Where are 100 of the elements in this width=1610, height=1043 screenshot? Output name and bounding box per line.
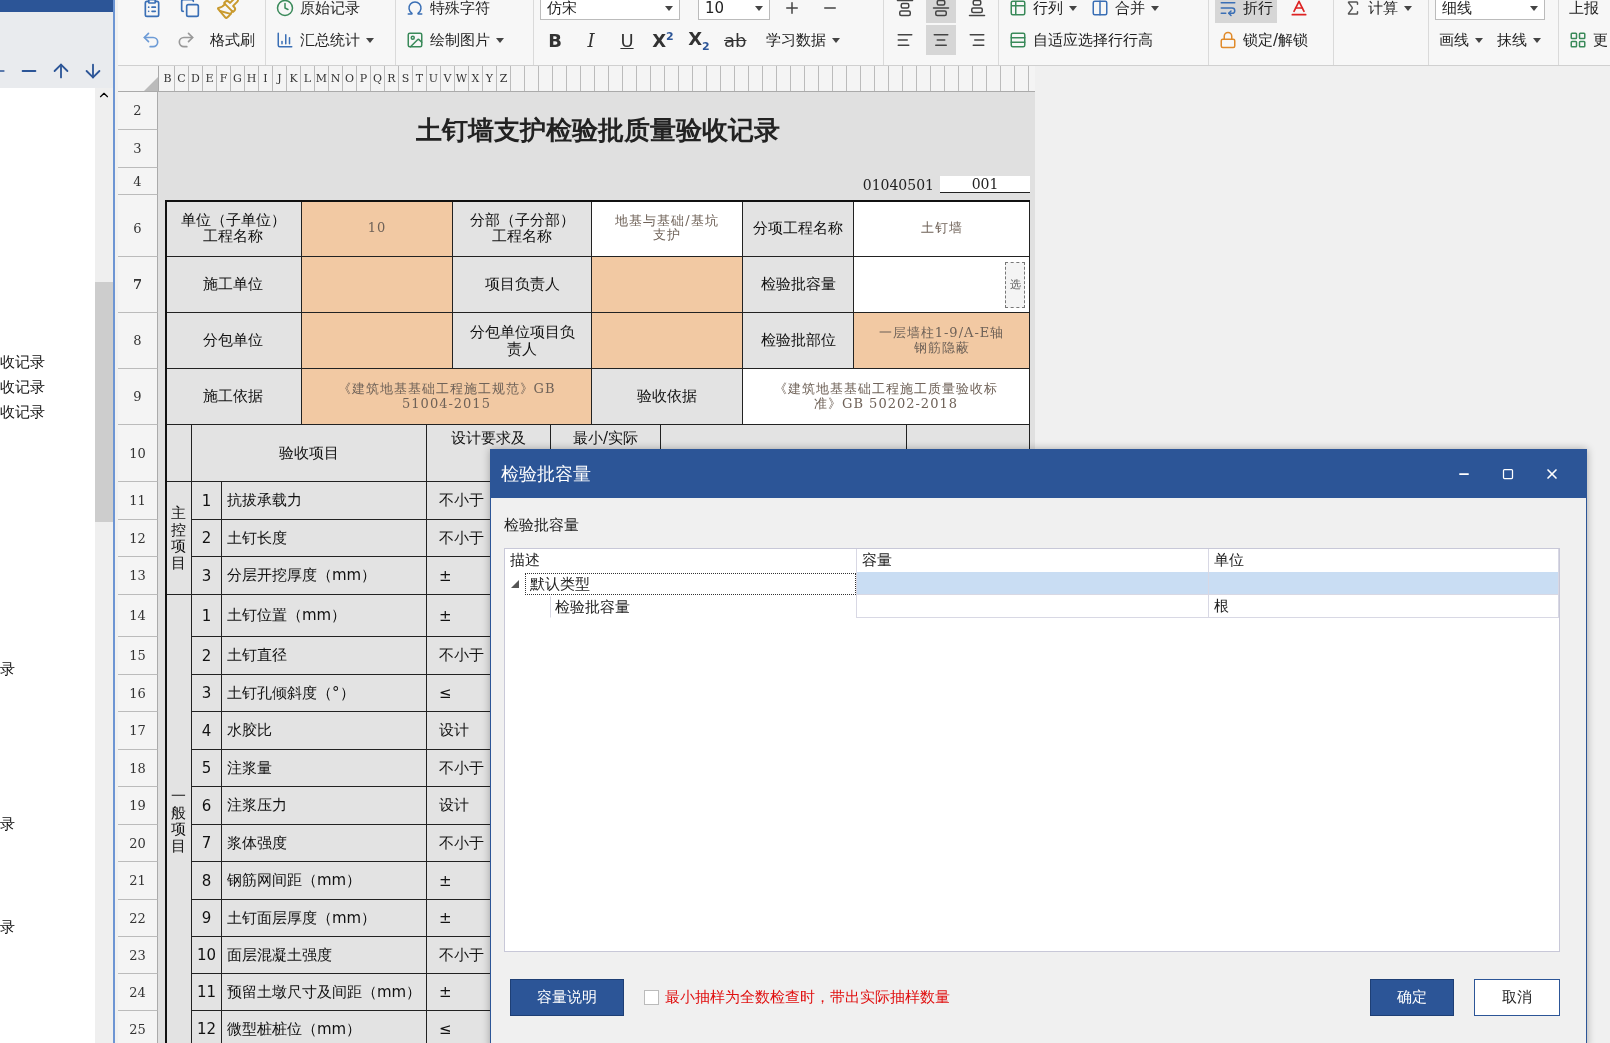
column-header[interactable]: F bbox=[217, 66, 231, 91]
column-header[interactable]: D bbox=[189, 66, 203, 91]
more-button[interactable]: 更 bbox=[1565, 25, 1610, 55]
row-header[interactable]: 11 bbox=[118, 482, 158, 520]
column-header[interactable]: Q bbox=[371, 66, 385, 91]
row-header[interactable]: 22 bbox=[118, 900, 158, 937]
field-value[interactable]: 10 bbox=[302, 200, 453, 257]
field-value[interactable]: 地基与基础/基坑支护 bbox=[592, 200, 743, 257]
rows-cols-dropdown[interactable]: 行列 bbox=[1005, 0, 1081, 23]
expander-icon[interactable] bbox=[511, 579, 519, 588]
row-header[interactable]: 15 bbox=[118, 637, 158, 675]
field-value[interactable] bbox=[592, 257, 743, 313]
draw-picture-dropdown[interactable]: 绘制图片 bbox=[402, 25, 508, 55]
column-header[interactable]: P bbox=[357, 66, 371, 91]
column-header[interactable]: I bbox=[259, 66, 273, 91]
font-select[interactable]: 仿宋 bbox=[540, 0, 680, 20]
row-header[interactable]: 20 bbox=[118, 825, 158, 862]
field-value[interactable] bbox=[592, 313, 743, 369]
row-header[interactable]: 25 bbox=[118, 1011, 158, 1043]
column-header[interactable]: M bbox=[315, 66, 329, 91]
row-header[interactable]: 17 bbox=[118, 712, 158, 750]
field-value[interactable]: 《建筑地基基础工程施工质量验收标准》GB 50202-2018 bbox=[743, 369, 1030, 425]
lock-button[interactable]: 锁定/解锁 bbox=[1215, 25, 1313, 55]
summary-dropdown[interactable]: 汇总统计 bbox=[272, 25, 378, 55]
column-header[interactable]: W bbox=[455, 66, 469, 91]
column-header[interactable]: Z bbox=[497, 66, 511, 91]
font-size-select[interactable]: 10 bbox=[698, 0, 770, 20]
ok-button[interactable]: 确定 bbox=[1370, 978, 1454, 1016]
vertical-align-icon[interactable] bbox=[926, 0, 956, 23]
column-header[interactable]: V bbox=[441, 66, 455, 91]
scrollbar[interactable] bbox=[95, 88, 113, 1043]
column-header[interactable]: L bbox=[301, 66, 315, 91]
batch-capacity-field[interactable]: 选 bbox=[854, 257, 1030, 313]
underline-button[interactable]: U bbox=[612, 25, 642, 55]
format-painter-button[interactable]: 格式刷 bbox=[206, 25, 259, 55]
row-header[interactable]: 16 bbox=[118, 675, 158, 712]
field-value[interactable]: 土钉墙 bbox=[854, 200, 1030, 257]
row-header[interactable]: 23 bbox=[118, 937, 158, 974]
wrap-button[interactable]: 折行 bbox=[1215, 0, 1277, 23]
capacity-info-button[interactable]: 容量说明 bbox=[510, 978, 624, 1016]
special-chars-button[interactable]: 特殊字符 bbox=[402, 0, 494, 23]
row-header[interactable]: 21 bbox=[118, 862, 158, 900]
row-header[interactable]: 2 bbox=[118, 92, 158, 130]
column-header[interactable]: H bbox=[245, 66, 259, 91]
column-header[interactable]: U bbox=[427, 66, 441, 91]
tree-item[interactable]: 收记录 bbox=[0, 400, 95, 425]
row-header[interactable]: 14 bbox=[118, 595, 158, 637]
checkbox[interactable] bbox=[644, 989, 659, 1005]
row-header[interactable]: 18 bbox=[118, 750, 158, 787]
erase-line-dropdown[interactable]: 抹线 bbox=[1493, 25, 1545, 55]
row-header[interactable]: 4 bbox=[118, 168, 158, 195]
align-icon[interactable] bbox=[926, 25, 956, 55]
tree-item[interactable]: 收记录 bbox=[0, 350, 95, 375]
draw-line-dropdown[interactable]: 画线 bbox=[1435, 25, 1487, 55]
row-header[interactable]: 8 bbox=[118, 313, 158, 369]
column-header[interactable]: T bbox=[413, 66, 427, 91]
field-value[interactable]: 一层墙柱1-9/A-E轴钢筋隐蔽 bbox=[854, 313, 1030, 369]
column-header[interactable]: J bbox=[273, 66, 287, 91]
row-header[interactable]: 24 bbox=[118, 974, 158, 1011]
bold-button[interactable]: B bbox=[540, 25, 570, 55]
tree-item[interactable]: 收记录 bbox=[0, 375, 95, 400]
column-header[interactable]: S bbox=[399, 66, 413, 91]
column-header[interactable]: R bbox=[385, 66, 399, 91]
subscript-button[interactable]: X$_{2}$ bbox=[684, 25, 714, 55]
row-header[interactable]: 13 bbox=[118, 557, 158, 595]
learn-data-dropdown[interactable]: 学习数据 bbox=[762, 25, 845, 55]
column-header[interactable]: B bbox=[161, 66, 175, 91]
cancel-button[interactable]: 取消 bbox=[1474, 978, 1560, 1016]
column-header[interactable]: X bbox=[469, 66, 483, 91]
column-header[interactable]: E bbox=[203, 66, 217, 91]
pick-button[interactable]: 选 bbox=[1005, 261, 1025, 308]
checkbox-label[interactable]: 最小抽样为全数检查时，带出实际抽样数量 bbox=[665, 987, 950, 1007]
tree-item[interactable]: 录 bbox=[0, 657, 95, 682]
column-header[interactable]: C bbox=[175, 66, 189, 91]
row-header[interactable]: 12 bbox=[118, 520, 158, 557]
autofit-button[interactable]: 自适应选择行行高 bbox=[1005, 25, 1157, 55]
original-record-button[interactable]: 原始记录 bbox=[272, 0, 364, 23]
scrollbar-thumb[interactable] bbox=[95, 282, 113, 522]
row-header[interactable]: 10 bbox=[118, 425, 158, 482]
column-header[interactable]: O bbox=[343, 66, 357, 91]
column-header[interactable]: N bbox=[329, 66, 343, 91]
column-header[interactable]: Y bbox=[483, 66, 497, 91]
tree-item[interactable]: 录 bbox=[0, 812, 95, 837]
row-header[interactable]: 7 bbox=[118, 257, 158, 313]
tree-row[interactable]: 默认类型 bbox=[505, 572, 1559, 595]
field-value[interactable]: 《建筑地基基础工程施工规范》GB 51004-2015 bbox=[302, 369, 592, 425]
calc-dropdown[interactable]: 计算 bbox=[1340, 0, 1416, 23]
tree-item[interactable]: 录 bbox=[0, 915, 95, 940]
row-header[interactable]: 6 bbox=[118, 200, 158, 257]
column-header[interactable]: K bbox=[287, 66, 301, 91]
row-header[interactable]: 9 bbox=[118, 369, 158, 425]
superscript-button[interactable]: X$^{2}$ bbox=[648, 25, 678, 55]
row-header[interactable]: 3 bbox=[118, 130, 158, 168]
field-value[interactable] bbox=[302, 313, 453, 369]
merge-dropdown[interactable]: 合并 bbox=[1087, 0, 1163, 23]
line-style-select[interactable]: 细线 bbox=[1435, 0, 1545, 20]
field-value[interactable] bbox=[302, 257, 453, 313]
report-button[interactable]: 上报 bbox=[1565, 0, 1603, 23]
row-header[interactable]: 19 bbox=[118, 787, 158, 825]
italic-button[interactable]: I bbox=[576, 25, 606, 55]
